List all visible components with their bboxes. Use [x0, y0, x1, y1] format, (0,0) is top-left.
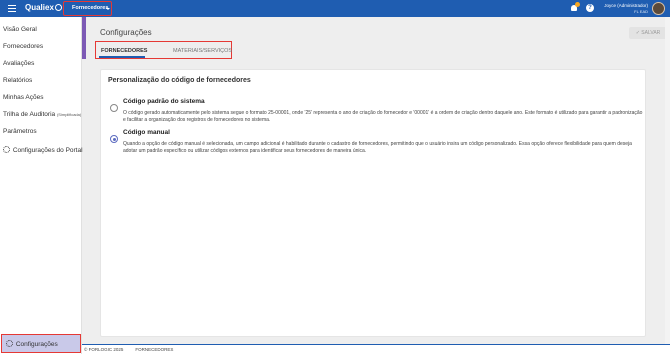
sidebar-item-avaliacoes[interactable]: Avaliações: [3, 60, 34, 67]
avatar[interactable]: [652, 2, 665, 15]
save-button[interactable]: ✓ SALVAR: [629, 27, 667, 39]
sidebar-item-configuracoes-portal[interactable]: Configurações do Portal: [3, 146, 83, 154]
logo-mark-icon: [54, 4, 62, 11]
footer: © FORLOGIC 2025 FORNECEDORES: [82, 344, 670, 354]
app-logo[interactable]: Qualiex: [25, 3, 62, 12]
option-description: Quando a opção de código manual é seleci…: [123, 141, 632, 154]
sidebar-item-relatorios[interactable]: Relatórios: [3, 77, 32, 84]
active-tab-indicator: [99, 56, 145, 58]
radio-codigo-manual[interactable]: [110, 135, 118, 143]
notifications-bell-icon[interactable]: [570, 2, 580, 13]
sidebar: Visão Geral Fornecedores Avaliações Rela…: [0, 17, 83, 354]
logo-text: Qualiex: [25, 3, 54, 12]
radio-codigo-padrao[interactable]: [110, 104, 118, 112]
top-bar: Qualiex Fornecedores ? Joyce (Administra…: [0, 0, 670, 17]
tab-fornecedores[interactable]: FORNECEDORES: [101, 48, 147, 54]
user-unit: FL EAD: [634, 9, 648, 14]
module-selector-label: Fornecedores: [72, 5, 109, 11]
gear-icon: [3, 146, 10, 153]
section-title: Personalização do código de fornecedores: [108, 77, 251, 84]
sidebar-item-minhas-acoes[interactable]: Minhas Ações: [3, 94, 43, 101]
option-title[interactable]: Código padrão do sistema: [123, 98, 205, 105]
page-title: Configurações: [100, 28, 152, 37]
sidebar-item-label: Configurações do Portal: [12, 147, 83, 154]
sidebar-item-fornecedores[interactable]: Fornecedores: [3, 43, 43, 50]
option-description: O código gerado automaticamente pelo sis…: [123, 110, 643, 123]
sidebar-item-trilha-auditoria[interactable]: Trilha de Auditoria (Simplificada): [3, 111, 81, 118]
chevron-down-icon: [106, 8, 110, 10]
gear-icon: [6, 340, 13, 347]
footer-module: FORNECEDORES: [135, 347, 174, 352]
sidebar-item-parametros[interactable]: Parâmetros: [3, 128, 37, 135]
check-icon: ✓: [635, 30, 640, 36]
user-name[interactable]: Joyce (Administrador): [604, 3, 648, 8]
sidebar-item-label: Trilha de Auditoria: [3, 111, 56, 118]
settings-card: Personalização do código de fornecedores…: [100, 69, 646, 337]
save-button-label: SALVAR: [641, 30, 661, 36]
sidebar-item-configuracoes[interactable]: Configurações: [1, 334, 81, 353]
option-title[interactable]: Código manual: [123, 129, 170, 136]
sidebar-item-suffix: (Simplificada): [56, 112, 82, 117]
module-selector-button[interactable]: Fornecedores: [63, 1, 112, 16]
help-icon[interactable]: ?: [586, 4, 594, 12]
tab-materiais-servicos[interactable]: MATERIAIS/SERVIÇOS: [173, 48, 232, 54]
footer-copyright: © FORLOGIC 2025: [84, 347, 124, 352]
scrollbar[interactable]: [665, 17, 670, 344]
notification-badge: [575, 2, 580, 7]
sidebar-item-label: Configurações: [15, 341, 58, 348]
sidebar-item-visao-geral[interactable]: Visão Geral: [3, 26, 37, 33]
header-accent-bar: [82, 17, 86, 59]
menu-icon[interactable]: [8, 5, 16, 12]
tabs: FORNECEDORES MATERIAIS/SERVIÇOS: [95, 41, 232, 59]
